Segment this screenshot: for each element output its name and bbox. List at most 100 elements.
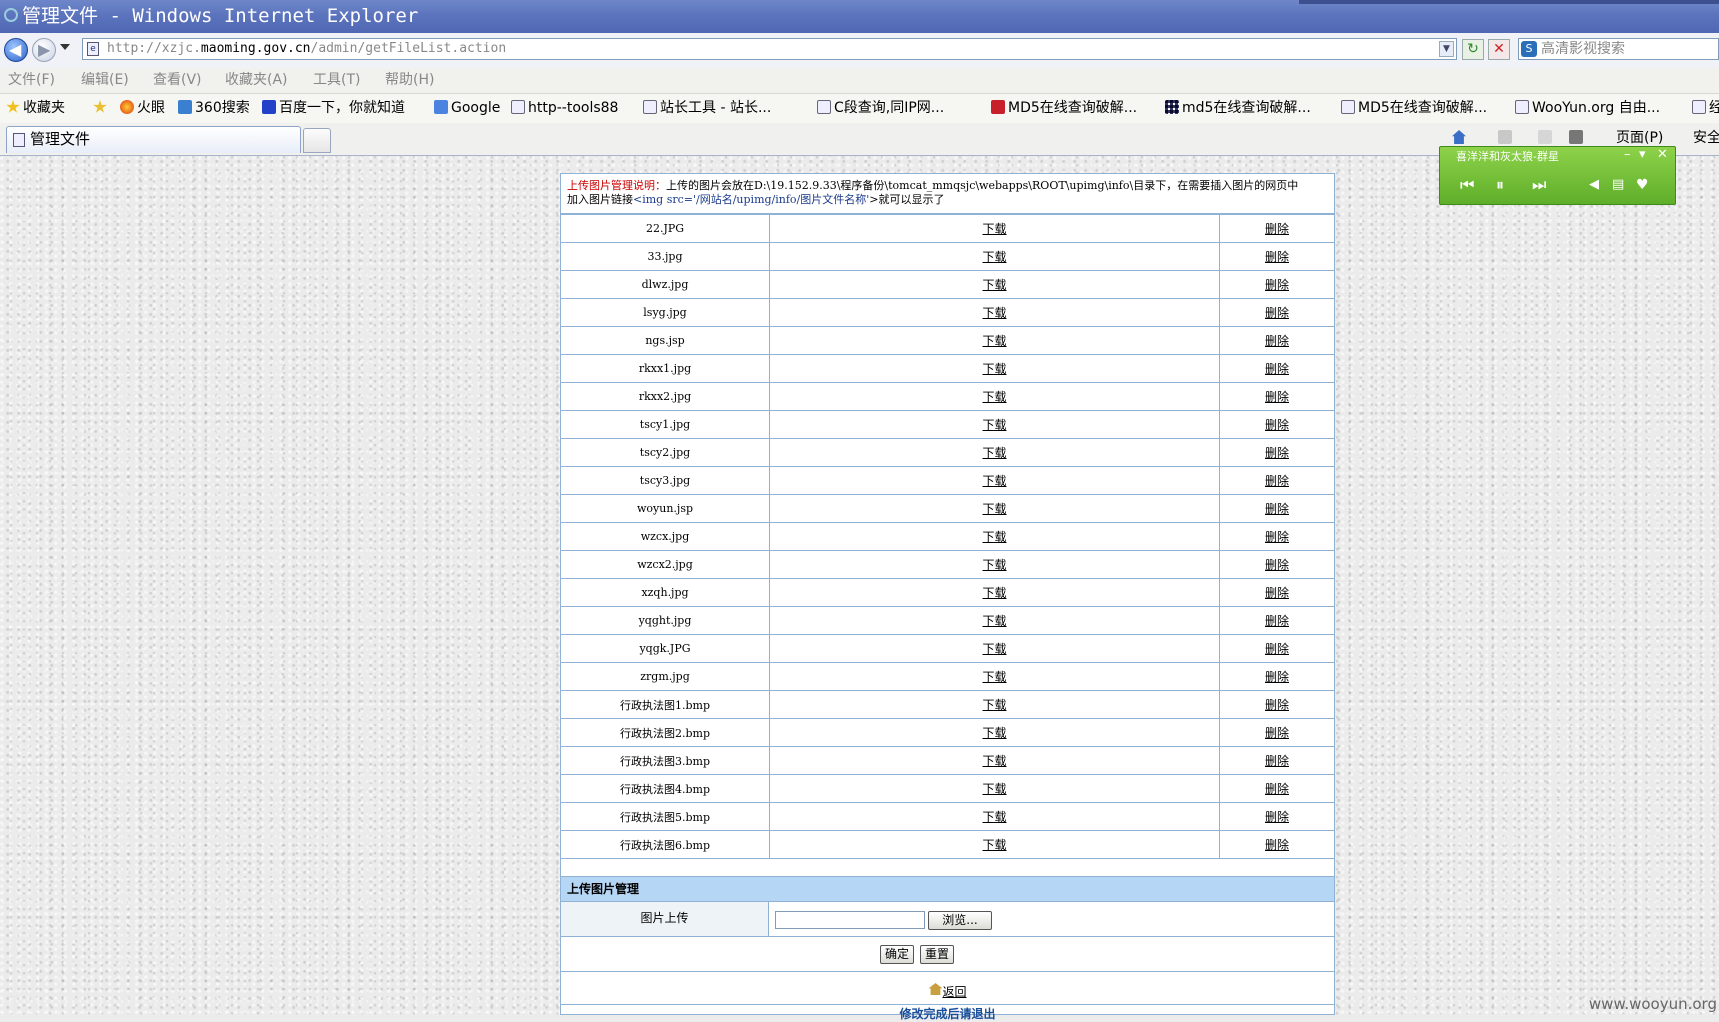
delete-link[interactable]: 删除: [1265, 278, 1289, 292]
fav-link[interactable]: 360搜索: [178, 99, 250, 117]
fav-link[interactable]: 站长工具 - 站长...: [643, 99, 771, 117]
browse-button[interactable]: 浏览...: [928, 911, 992, 930]
menu-edit[interactable]: 编辑(E): [81, 71, 129, 89]
forward-button[interactable]: ▶: [32, 38, 56, 62]
delete-link[interactable]: 删除: [1265, 446, 1289, 460]
delete-link[interactable]: 删除: [1265, 586, 1289, 600]
delete-link[interactable]: 删除: [1265, 362, 1289, 376]
chevron-down-icon[interactable]: ▾: [1639, 147, 1646, 163]
download-link[interactable]: 下载: [982, 446, 1006, 460]
fav-link[interactable]: MD5在线查询破解...: [991, 99, 1137, 117]
stop-button[interactable]: ✕: [1488, 39, 1510, 60]
delete-link[interactable]: 删除: [1265, 474, 1289, 488]
heart-icon[interactable]: ♥: [1636, 177, 1649, 193]
playlist-icon[interactable]: ▤: [1612, 177, 1624, 193]
back-button[interactable]: ◀: [4, 38, 28, 62]
download-link[interactable]: 下载: [982, 530, 1006, 544]
address-dropdown-button[interactable]: ▼: [1439, 41, 1454, 57]
minimize-icon[interactable]: –: [1624, 147, 1631, 163]
back-link[interactable]: 返回: [942, 985, 966, 999]
delete-link[interactable]: 删除: [1265, 306, 1289, 320]
delete-link[interactable]: 删除: [1265, 390, 1289, 404]
fav-link[interactable]: 火眼: [120, 99, 165, 117]
menu-view[interactable]: 查看(V): [153, 71, 202, 89]
file-path-input[interactable]: [775, 911, 925, 929]
download-link[interactable]: 下载: [982, 278, 1006, 292]
fav-link[interactable]: Google: [434, 99, 500, 117]
download-link[interactable]: 下载: [982, 810, 1006, 824]
download-link[interactable]: 下载: [982, 334, 1006, 348]
delete-link[interactable]: 删除: [1265, 418, 1289, 432]
download-link[interactable]: 下载: [982, 838, 1006, 852]
delete-link[interactable]: 删除: [1265, 558, 1289, 572]
previous-track-icon[interactable]: ⏮: [1460, 177, 1474, 193]
add-favorite-icon[interactable]: [93, 99, 110, 117]
home-icon[interactable]: [1452, 130, 1466, 144]
download-link[interactable]: 下载: [982, 306, 1006, 320]
next-track-icon[interactable]: ⏭: [1532, 177, 1546, 193]
delete-link[interactable]: 删除: [1265, 754, 1289, 768]
delete-link[interactable]: 删除: [1265, 782, 1289, 796]
download-link[interactable]: 下载: [982, 698, 1006, 712]
download-link[interactable]: 下载: [982, 390, 1006, 404]
table-row: woyun.jsp 下载 删除: [561, 494, 1334, 523]
menu-help[interactable]: 帮助(H): [385, 71, 434, 89]
tab-current[interactable]: 管理文件: [6, 126, 301, 153]
volume-icon[interactable]: ◀: [1589, 177, 1599, 193]
delete-link[interactable]: 删除: [1265, 250, 1289, 264]
download-cell: 下载: [769, 494, 1220, 523]
address-url[interactable]: http://xzjc.maoming.gov.cn/admin/getFile…: [107, 40, 506, 58]
refresh-button[interactable]: ↻: [1462, 39, 1484, 60]
delete-link[interactable]: 删除: [1265, 614, 1289, 628]
fav-link[interactable]: MD5在线查询破解...: [1341, 99, 1487, 117]
download-link[interactable]: 下载: [982, 670, 1006, 684]
download-link[interactable]: 下载: [982, 474, 1006, 488]
delete-link[interactable]: 删除: [1265, 726, 1289, 740]
exit-note[interactable]: 修改完成后请退出: [561, 1006, 1334, 1022]
menu-file[interactable]: 文件(F): [8, 71, 55, 89]
fav-link[interactable]: http--tools88: [511, 99, 618, 117]
feeds-icon[interactable]: [1498, 130, 1512, 144]
favorites-button[interactable]: 收藏夹: [6, 99, 65, 117]
delete-link[interactable]: 删除: [1265, 222, 1289, 236]
delete-link[interactable]: 删除: [1265, 810, 1289, 824]
download-link[interactable]: 下载: [982, 642, 1006, 656]
menu-tools[interactable]: 工具(T): [313, 71, 360, 89]
delete-link[interactable]: 删除: [1265, 502, 1289, 516]
download-link[interactable]: 下载: [982, 502, 1006, 516]
download-link[interactable]: 下载: [982, 418, 1006, 432]
fav-link[interactable]: 经: [1692, 99, 1719, 117]
delete-link[interactable]: 删除: [1265, 530, 1289, 544]
pause-icon[interactable]: ⏸: [1496, 177, 1504, 193]
delete-link[interactable]: 删除: [1265, 642, 1289, 656]
download-link[interactable]: 下载: [982, 726, 1006, 740]
fav-link[interactable]: 百度一下，你就知道: [262, 99, 405, 117]
fav-link[interactable]: C段查询,同IP网...: [817, 99, 944, 117]
address-bar[interactable]: e http://xzjc.maoming.gov.cn/admin/getFi…: [82, 38, 1457, 60]
new-tab-button[interactable]: [303, 128, 331, 153]
download-link[interactable]: 下载: [982, 558, 1006, 572]
download-link[interactable]: 下载: [982, 614, 1006, 628]
recent-pages-dropdown[interactable]: [60, 44, 70, 50]
menu-favorites[interactable]: 收藏夹(A): [225, 71, 288, 89]
confirm-button[interactable]: 确定: [880, 945, 914, 964]
delete-link[interactable]: 删除: [1265, 838, 1289, 852]
reset-button[interactable]: 重置: [920, 945, 954, 964]
download-link[interactable]: 下载: [982, 782, 1006, 796]
delete-link[interactable]: 删除: [1265, 670, 1289, 684]
fav-link[interactable]: md5在线查询破解...: [1165, 99, 1311, 117]
download-link[interactable]: 下载: [982, 586, 1006, 600]
download-link[interactable]: 下载: [982, 362, 1006, 376]
download-link[interactable]: 下载: [982, 250, 1006, 264]
close-icon[interactable]: ✕: [1657, 147, 1668, 163]
delete-link[interactable]: 删除: [1265, 334, 1289, 348]
page-menu[interactable]: 页面(P): [1616, 129, 1663, 147]
download-link[interactable]: 下载: [982, 222, 1006, 236]
download-link[interactable]: 下载: [982, 754, 1006, 768]
mail-icon[interactable]: [1538, 130, 1552, 144]
search-input[interactable]: S 高清影视搜索: [1518, 38, 1719, 60]
print-icon[interactable]: [1569, 130, 1583, 144]
delete-link[interactable]: 删除: [1265, 698, 1289, 712]
safety-menu[interactable]: 安全: [1693, 129, 1719, 147]
fav-link[interactable]: WooYun.org 自由...: [1515, 99, 1660, 117]
